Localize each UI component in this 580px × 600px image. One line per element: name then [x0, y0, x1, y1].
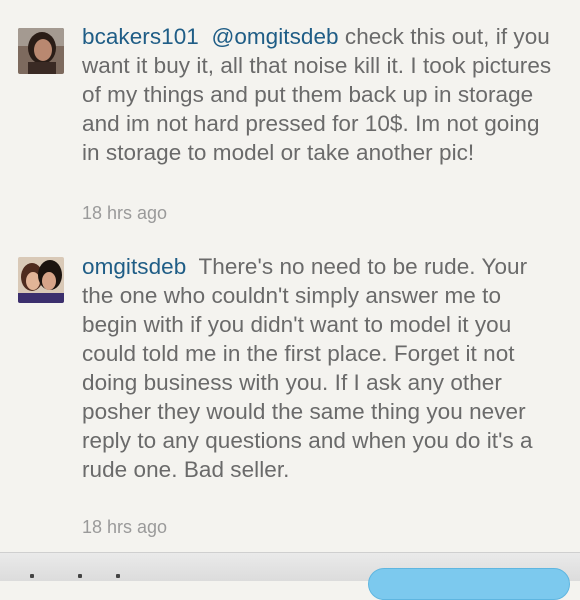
toolbar-icon[interactable] [30, 574, 34, 578]
comment-username[interactable]: bcakers101 [82, 24, 199, 49]
toolbar-icon[interactable] [78, 574, 82, 578]
comment-timestamp: 18 hrs ago [82, 517, 168, 537]
comment-text: omgitsdeb There's no need to be rude. Yo… [82, 252, 562, 484]
comment-mention[interactable]: @omgitsdeb [211, 24, 338, 49]
avatar[interactable] [18, 257, 64, 303]
toolbar-icon[interactable] [116, 574, 120, 578]
comment-timestamp: 18 hrs ago [82, 203, 168, 223]
comment-text: bcakers101 @omgitsdeb check this out, if… [82, 22, 562, 167]
comment-username[interactable]: omgitsdeb [82, 254, 186, 279]
comment-body: There's no need to be rude. Your the one… [82, 254, 533, 482]
avatar[interactable] [18, 28, 64, 74]
action-button[interactable] [368, 568, 570, 600]
